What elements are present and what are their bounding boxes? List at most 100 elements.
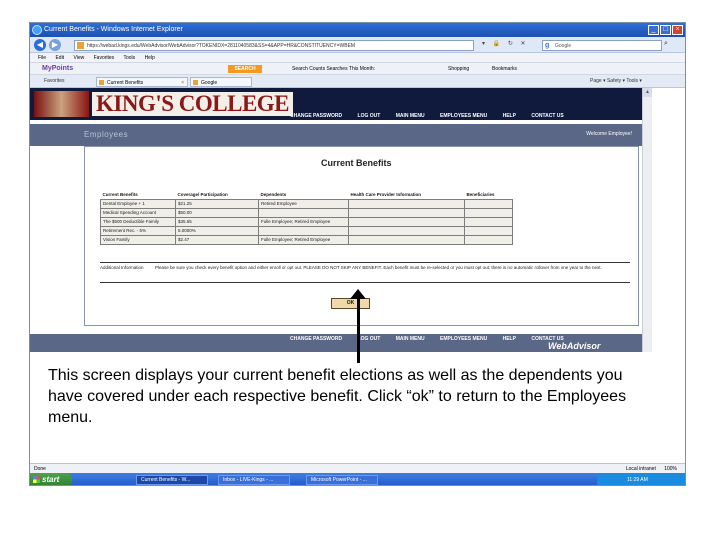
- bottom-nav: CHANGE PASSWORD LOG OUT MAIN MENU EMPLOY…: [30, 334, 642, 352]
- menu-view[interactable]: View: [73, 55, 84, 61]
- google-icon: g: [545, 42, 550, 49]
- coverage-cell: $35.55: [175, 216, 259, 227]
- col-beneficiaries: Beneficiaries: [466, 192, 495, 198]
- tab-current-benefits[interactable]: Current Benefits ×: [96, 77, 188, 87]
- nav-change-password[interactable]: CHANGE PASSWORD: [290, 336, 342, 342]
- nav-help[interactable]: HELP: [503, 113, 516, 119]
- mypoints-toolbar: MyPoints SEARCH Search Counts Searches T…: [30, 63, 685, 75]
- command-bar[interactable]: Page ▾ Safety ▾ Tools ▾: [590, 75, 642, 88]
- nav-log-out[interactable]: LOG OUT: [358, 113, 381, 119]
- college-logo: KING'S COLLEGE: [92, 92, 294, 116]
- nav-employees-menu[interactable]: EMPLOYEES MENU: [440, 113, 487, 119]
- provider-cell: [348, 216, 465, 227]
- col-coverage: Coverage/ Participation: [177, 192, 228, 198]
- mypoints-logo[interactable]: MyPoints: [42, 63, 73, 75]
- beneficiaries-cell: [464, 198, 513, 209]
- site-banner: KING'S COLLEGE CHANGE PASSWORD LOG OUT M…: [30, 88, 642, 120]
- nav-contact-us[interactable]: CONTACT US: [531, 113, 563, 119]
- refresh-stop-icons[interactable]: ▾ 🔒 ↻ ✕: [482, 40, 529, 47]
- task-powerpoint[interactable]: Microsoft PowerPoint - ...: [306, 475, 378, 485]
- menu-help[interactable]: Help: [145, 55, 155, 61]
- title-bar: Current Benefits - Windows Internet Expl…: [30, 23, 685, 37]
- system-tray: 11:29 AM: [597, 473, 685, 485]
- toolbar-search-button[interactable]: SEARCH: [228, 65, 262, 73]
- start-label: start: [42, 475, 60, 484]
- tab-favicon-icon: [193, 80, 198, 85]
- table-row: Retirement Rec. - 5% 5.0000%: [100, 225, 513, 236]
- page-favicon-icon: [77, 42, 84, 49]
- forward-button[interactable]: ▶: [49, 39, 61, 51]
- dependents-cell: [258, 207, 349, 218]
- minimize-button[interactable]: _: [648, 25, 659, 35]
- task-inbox[interactable]: Inbox - LIVE-Kings - ...: [218, 475, 290, 485]
- divider: [100, 262, 630, 263]
- tab-google[interactable]: Google: [190, 77, 252, 87]
- coverage-cell: $2.47: [175, 234, 259, 245]
- provider-cell: [348, 198, 465, 209]
- bookmarks-link[interactable]: Bookmarks: [492, 63, 517, 75]
- tab-bar: Favorites Current Benefits × Google Page…: [30, 75, 685, 88]
- close-tab-icon[interactable]: ×: [181, 78, 184, 88]
- menu-bar: File Edit View Favorites Tools Help: [30, 53, 685, 63]
- shopping-link[interactable]: Shopping: [448, 63, 469, 75]
- beneficiaries-cell: [464, 234, 513, 245]
- menu-tools[interactable]: Tools: [123, 55, 135, 61]
- nav-log-out[interactable]: LOG OUT: [358, 336, 381, 342]
- vertical-scrollbar[interactable]: ▲: [642, 88, 652, 352]
- nav-help[interactable]: HELP: [503, 336, 516, 342]
- page-content: KING'S COLLEGE CHANGE PASSWORD LOG OUT M…: [30, 88, 642, 352]
- col-health-care-provider: Health Care Provider Information: [350, 192, 422, 198]
- search-icon[interactable]: ⌕: [664, 40, 668, 48]
- dependents-cell: Fulle Employee; Retired Employee: [258, 234, 349, 245]
- tab-label: Current Benefits: [107, 80, 144, 86]
- start-button[interactable]: start: [30, 473, 72, 485]
- coverage-cell: $21.25: [175, 198, 259, 209]
- favorites-button[interactable]: Favorites: [44, 75, 65, 88]
- nav-main-menu[interactable]: MAIN MENU: [396, 336, 425, 342]
- pointer-arrow: [357, 297, 360, 363]
- search-placeholder: Google: [555, 43, 572, 49]
- close-button[interactable]: ×: [672, 25, 683, 35]
- url-input[interactable]: https://webad.kings.edu/WebAdvisor/WebAd…: [74, 40, 474, 51]
- coverage-cell: 5.0000%: [175, 225, 259, 236]
- address-bar: ◀ ▶ https://webad.kings.edu/WebAdvisor/W…: [30, 37, 685, 53]
- search-counter-text: Search Counts Searches This Month:: [292, 66, 376, 72]
- tab-favicon-icon: [99, 80, 104, 85]
- page-title: Current Benefits: [321, 158, 392, 168]
- section-bar: Employees Welcome Employee!: [30, 124, 642, 146]
- search-input[interactable]: g Google: [542, 40, 662, 51]
- ok-button[interactable]: OK: [331, 298, 370, 309]
- tab-label: Google: [201, 80, 218, 86]
- zoom-level[interactable]: 100%: [664, 466, 677, 472]
- provider-cell: [348, 207, 465, 218]
- window-title: Current Benefits - Windows Internet Expl…: [44, 26, 183, 33]
- windows-flag-icon: [33, 476, 40, 483]
- provider-cell: [348, 225, 465, 236]
- benefit-cell: Retirement Rec. - 5%: [100, 225, 176, 236]
- menu-file[interactable]: File: [38, 55, 46, 61]
- benefit-cell: Vision Family: [100, 234, 176, 245]
- scroll-up-icon[interactable]: ▲: [643, 88, 652, 97]
- nav-employees-menu[interactable]: EMPLOYEES MENU: [440, 336, 487, 342]
- table-header-row: Current Benefits Coverage/ Participation…: [101, 191, 513, 199]
- dependents-cell: Fulle Employee; Retired Employee: [258, 216, 349, 227]
- back-button[interactable]: ◀: [34, 39, 46, 51]
- menu-edit[interactable]: Edit: [55, 55, 64, 61]
- task-current-benefits[interactable]: Current Benefits - W...: [136, 475, 208, 485]
- table-row: Vision Family $2.47 Fulle Employee; Reti…: [100, 234, 513, 245]
- benefit-notice: Please be sure you check every benefit o…: [155, 265, 602, 270]
- benefit-cell: Dental Employee + 1: [100, 198, 176, 209]
- dependents-cell: [258, 225, 349, 236]
- benefit-cell: Medical Spending Account: [100, 207, 176, 218]
- webadvisor-logo: WebAdvisor: [548, 341, 601, 351]
- menu-favorites[interactable]: Favorites: [94, 55, 115, 61]
- instruction-caption: This screen displays your current benefi…: [48, 367, 627, 426]
- divider: [100, 282, 630, 283]
- status-text: Done: [34, 466, 46, 472]
- maximize-button[interactable]: □: [660, 25, 671, 35]
- clock: 11:29 AM: [627, 477, 648, 483]
- table-row: Medical Spending Account $50.00: [100, 207, 513, 218]
- nav-change-password[interactable]: CHANGE PASSWORD: [290, 113, 342, 119]
- nav-main-menu[interactable]: MAIN MENU: [396, 113, 425, 119]
- coverage-cell: $50.00: [175, 207, 259, 218]
